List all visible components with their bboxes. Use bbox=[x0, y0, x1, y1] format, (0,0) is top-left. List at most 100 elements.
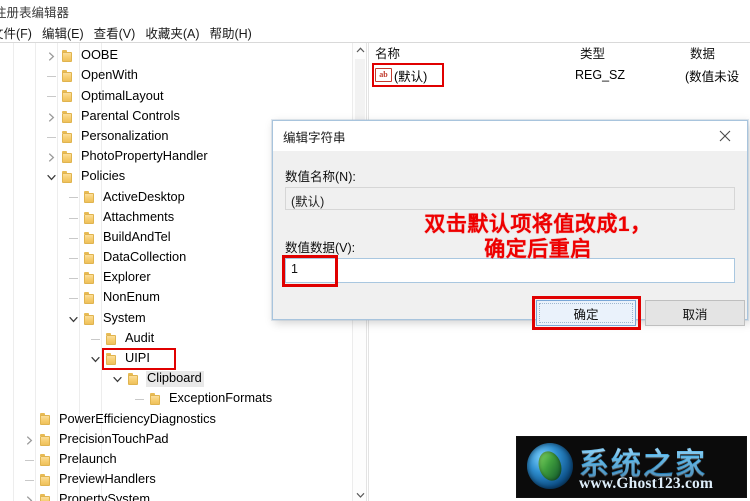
menu-bar: 文件(F) 编辑(E) 查看(V) 收藏夹(A) 帮助(H) bbox=[0, 22, 750, 42]
tree-item-optimallayout[interactable]: OptimalLayout bbox=[0, 86, 352, 106]
menu-item-file[interactable]: 文件(F) bbox=[0, 23, 37, 42]
menu-item-favorites[interactable]: 收藏夹(A) bbox=[140, 23, 204, 42]
tree-item-openwith[interactable]: OpenWith bbox=[0, 66, 352, 86]
tree-leaf-connector bbox=[66, 187, 82, 207]
tree-item-label: System bbox=[103, 309, 146, 325]
annotation-line-1: 双击默认项将值改成1， bbox=[424, 213, 652, 236]
chevron-down-icon[interactable] bbox=[66, 309, 82, 329]
chevron-down-icon[interactable] bbox=[110, 369, 126, 389]
tree-item-audit[interactable]: Audit bbox=[0, 329, 352, 349]
tree-item-uipi[interactable]: UIPI bbox=[0, 347, 352, 370]
annotation-text: 双击默认项将值改成1， 确定后重启 bbox=[383, 213, 693, 263]
tree-item-label: PrecisionTouchPad bbox=[59, 430, 169, 446]
tree-leaf-connector bbox=[66, 248, 82, 268]
value-type-cell: REG_SZ bbox=[575, 68, 626, 82]
chevron-down-icon[interactable] bbox=[88, 349, 104, 369]
tree-leaf-connector bbox=[66, 208, 82, 228]
chevron-right-icon[interactable] bbox=[44, 147, 60, 167]
folder-icon bbox=[60, 150, 76, 164]
brand-circle-icon bbox=[527, 443, 573, 489]
tree-item-label: Attachments bbox=[103, 208, 175, 224]
tree-item-powerefficiencydiagnostics[interactable]: PowerEfficiencyDiagnostics bbox=[0, 409, 352, 429]
folder-icon bbox=[82, 291, 98, 305]
menu-item-help[interactable]: 帮助(H) bbox=[204, 23, 256, 42]
list-column-headers: 名称 类型 数据 bbox=[370, 43, 750, 62]
dialog-titlebar: 编辑字符串 bbox=[273, 121, 747, 151]
scroll-up-icon[interactable] bbox=[353, 43, 366, 57]
tree-item-label: Prelaunch bbox=[59, 450, 117, 466]
folder-icon bbox=[38, 453, 54, 467]
chevron-right-icon[interactable] bbox=[22, 430, 38, 450]
folder-icon bbox=[38, 493, 54, 501]
tree-item-label: BuildAndTel bbox=[103, 228, 171, 244]
tree-item-clipboard[interactable]: Clipboard bbox=[0, 369, 352, 389]
window-title: 注册表编辑器 bbox=[0, 5, 70, 20]
folder-icon bbox=[82, 312, 98, 326]
ok-button[interactable]: 确定 bbox=[536, 300, 636, 326]
registry-editor-window: 注册表编辑器 文件(F) 编辑(E) 查看(V) 收藏夹(A) 帮助(H) OO… bbox=[0, 0, 750, 501]
watermark-logo: 系统之家 www.Ghost123.com bbox=[516, 436, 747, 498]
folder-icon bbox=[60, 69, 76, 83]
folder-icon bbox=[38, 412, 54, 426]
menu-item-view[interactable]: 查看(V) bbox=[89, 23, 141, 42]
folder-icon bbox=[104, 352, 120, 366]
value-data-label: 数值数据(V): bbox=[285, 241, 356, 255]
window-titlebar: 注册表编辑器 bbox=[0, 0, 750, 22]
tree-item-label: Personalization bbox=[81, 127, 169, 143]
tree-item-previewhandlers[interactable]: PreviewHandlers bbox=[0, 470, 352, 490]
tree-item-label: PhotoPropertyHandler bbox=[81, 148, 208, 164]
tree-item-label: DataCollection bbox=[103, 249, 187, 265]
menu-item-edit[interactable]: 编辑(E) bbox=[37, 23, 89, 42]
tree-leaf-connector bbox=[44, 86, 60, 106]
tree-item-precisiontouchpad[interactable]: PrecisionTouchPad bbox=[0, 430, 352, 450]
folder-icon bbox=[60, 170, 76, 184]
folder-icon bbox=[82, 231, 98, 245]
value-name-cell: (默认) bbox=[394, 69, 428, 84]
column-header-name[interactable]: 名称 bbox=[370, 43, 575, 62]
folder-icon bbox=[82, 271, 98, 285]
tree-item-exceptionformats[interactable]: ExceptionFormats bbox=[0, 389, 352, 409]
folder-icon bbox=[82, 251, 98, 265]
tree-item-prelaunch[interactable]: Prelaunch bbox=[0, 450, 352, 470]
chevron-right-icon[interactable] bbox=[44, 107, 60, 127]
tree-item-oobe[interactable]: OOBE bbox=[0, 46, 352, 66]
folder-icon bbox=[104, 332, 120, 346]
column-header-type[interactable]: 类型 bbox=[575, 43, 685, 62]
folder-icon bbox=[60, 110, 76, 124]
tree-leaf-connector bbox=[22, 450, 38, 470]
scroll-down-icon[interactable] bbox=[353, 488, 366, 501]
tree-leaf-connector bbox=[66, 288, 82, 308]
value-name-input[interactable]: (默认) bbox=[285, 187, 735, 210]
chevron-down-icon[interactable] bbox=[44, 167, 60, 187]
annotation-line-2: 确定后重启 bbox=[484, 237, 592, 261]
tree-item-propertysystem[interactable]: PropertySystem bbox=[0, 490, 352, 501]
column-header-data[interactable]: 数据 bbox=[685, 43, 750, 62]
close-icon[interactable] bbox=[703, 121, 747, 150]
folder-icon bbox=[60, 130, 76, 144]
folder-icon bbox=[60, 49, 76, 63]
tree-item-label: Audit bbox=[125, 329, 155, 345]
tree-item-label: NonEnum bbox=[103, 289, 160, 305]
chevron-right-icon[interactable] bbox=[22, 490, 38, 501]
dialog-body: 数值名称(N): (默认) 数值数据(V): 1 双击默认项将值改成1， 确定后… bbox=[273, 151, 747, 330]
cancel-button[interactable]: 取消 bbox=[645, 300, 745, 326]
tree-leaf-connector bbox=[132, 389, 148, 409]
tree-item-label: UIPI bbox=[125, 350, 150, 365]
chevron-right-icon[interactable] bbox=[44, 46, 60, 66]
tree-item-label: Clipboard bbox=[146, 370, 204, 387]
folder-icon bbox=[148, 392, 164, 406]
table-row[interactable]: ab (默认) REG_SZ (数值未设 bbox=[370, 63, 750, 87]
